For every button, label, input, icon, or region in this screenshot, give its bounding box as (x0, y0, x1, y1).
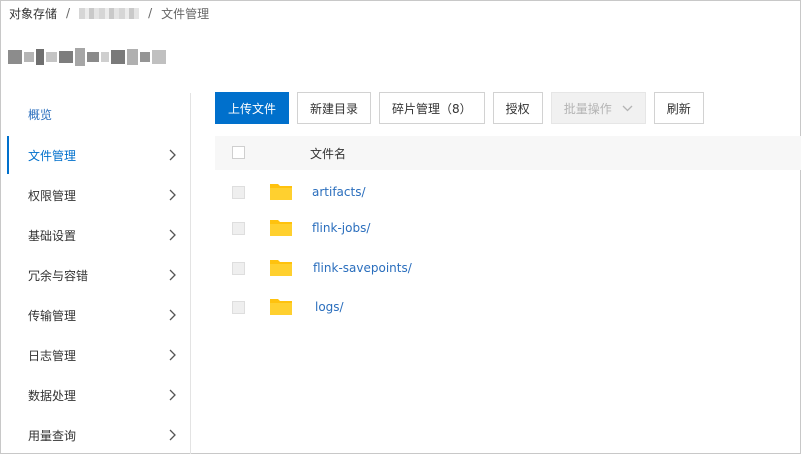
sidebar-item-file-management[interactable]: 文件管理 (7, 136, 190, 174)
breadcrumb-separator: / (148, 6, 153, 20)
chevron-right-icon (169, 309, 176, 321)
folder-icon (270, 260, 292, 276)
breadcrumb: 对象存储 / / 文件管理 (9, 5, 209, 21)
table-row: flink-savepoints/ (215, 248, 801, 288)
table-row: artifacts/ (215, 172, 801, 212)
row-checkbox[interactable] (232, 186, 245, 199)
file-name-link[interactable]: flink-jobs/ (312, 221, 370, 235)
file-name-link[interactable]: artifacts/ (312, 185, 366, 199)
breadcrumb-root[interactable]: 对象存储 (9, 5, 57, 22)
sidebar-item-label: 基础设置 (28, 228, 77, 243)
sidebar-nav: 概览 文件管理 权限管理 基础设置 冗余与容错 传输管理 日志管理 数据处理 用… (7, 93, 191, 454)
folder-icon (270, 184, 292, 200)
file-table-header: 文件名 (215, 136, 801, 170)
folder-icon (270, 220, 292, 236)
bucket-title-redacted (8, 44, 168, 70)
row-checkbox[interactable] (232, 262, 245, 275)
chevron-right-icon (169, 389, 176, 401)
breadcrumb-bucket-redacted[interactable] (79, 7, 140, 19)
table-row: flink-jobs/ (215, 208, 801, 248)
sidebar-item-overview[interactable]: 概览 (8, 95, 190, 133)
sidebar-item-label: 概览 (28, 107, 53, 122)
sidebar-item-data-processing[interactable]: 数据处理 (8, 376, 190, 414)
sidebar-item-permissions[interactable]: 权限管理 (8, 176, 190, 214)
chevron-right-icon (169, 269, 176, 281)
sidebar-item-label: 用量查询 (28, 428, 77, 443)
chevron-right-icon (169, 429, 176, 441)
chevron-right-icon (169, 149, 176, 161)
column-header-filename: 文件名 (310, 147, 347, 161)
sidebar-item-basic-settings[interactable]: 基础设置 (8, 216, 190, 254)
fragment-management-button[interactable]: 碎片管理（8） (379, 92, 485, 124)
table-row: logs/ (215, 287, 801, 327)
chevron-right-icon (169, 229, 176, 241)
authorize-button[interactable]: 授权 (492, 92, 543, 124)
file-name-link[interactable]: flink-savepoints/ (313, 261, 412, 275)
row-checkbox[interactable] (232, 222, 245, 235)
sidebar-item-label: 日志管理 (28, 348, 77, 363)
sidebar-item-usage[interactable]: 用量查询 (8, 416, 190, 454)
chevron-right-icon (169, 189, 176, 201)
folder-icon (270, 299, 292, 315)
sidebar-item-transfer[interactable]: 传输管理 (8, 296, 190, 334)
file-toolbar: 上传文件 新建目录 碎片管理（8） 授权 批量操作 刷新 (215, 92, 704, 124)
breadcrumb-current: 文件管理 (161, 6, 210, 21)
upload-file-button[interactable]: 上传文件 (215, 92, 290, 124)
batch-operations-dropdown[interactable]: 批量操作 (550, 92, 646, 124)
sidebar-item-label: 冗余与容错 (28, 268, 89, 283)
chevron-right-icon (169, 349, 176, 361)
new-directory-button[interactable]: 新建目录 (297, 92, 372, 124)
sidebar-item-redundancy[interactable]: 冗余与容错 (8, 256, 190, 294)
sidebar-item-label: 传输管理 (28, 308, 77, 323)
sidebar-item-label: 数据处理 (28, 388, 77, 403)
refresh-button[interactable]: 刷新 (653, 92, 704, 124)
row-checkbox[interactable] (232, 301, 245, 314)
batch-operations-label: 批量操作 (563, 101, 612, 116)
file-name-link[interactable]: logs/ (315, 300, 344, 314)
sidebar-item-logs[interactable]: 日志管理 (8, 336, 190, 374)
breadcrumb-separator: / (66, 6, 71, 20)
select-all-checkbox[interactable] (232, 146, 245, 159)
sidebar-item-label: 权限管理 (28, 188, 77, 203)
sidebar-item-label: 文件管理 (28, 148, 77, 163)
chevron-down-icon (622, 105, 633, 111)
